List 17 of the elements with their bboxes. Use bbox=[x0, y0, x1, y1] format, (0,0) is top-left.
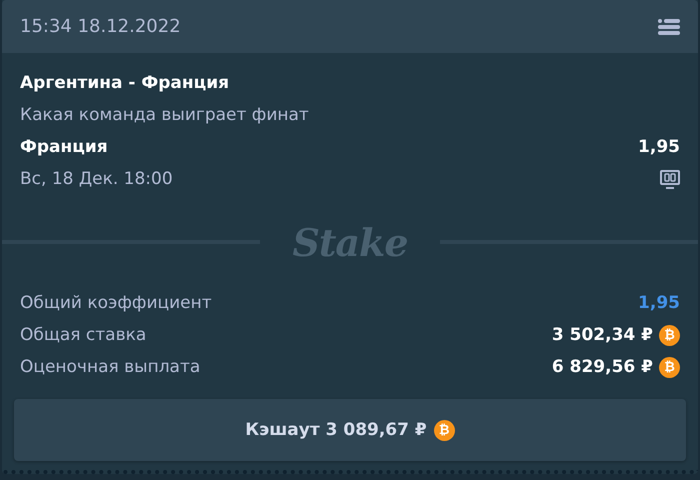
summary-label: Общая ставка bbox=[20, 325, 146, 345]
bitcoin-icon: ₿ bbox=[659, 356, 680, 378]
bitcoin-icon: ₿ bbox=[659, 324, 680, 346]
summary-label: Общий коэффициент bbox=[20, 293, 212, 313]
summary-label: Оценочная выплата bbox=[20, 357, 200, 377]
date-time: 15:34 18.12.2022 bbox=[20, 16, 181, 37]
event-time: Вс, 18 Дек. 18:00 bbox=[20, 169, 173, 189]
odds-value: 1,95 bbox=[638, 137, 680, 157]
scoreboard-icon bbox=[660, 170, 680, 188]
market-name: Какая команда выиграет финат bbox=[20, 105, 309, 125]
odds-value: 1,95 bbox=[638, 293, 680, 313]
cashout-button[interactable]: Кэшаут 3 089,67 ₽ ₿ bbox=[14, 399, 686, 461]
menu-icon[interactable] bbox=[658, 18, 680, 34]
match-title: Аргентина - Франция bbox=[20, 73, 230, 93]
amount-value: 6 829,56 ₽ bbox=[552, 357, 653, 377]
selection-name: Франция bbox=[20, 137, 108, 157]
amount-value: 3 502,34 ₽ bbox=[552, 325, 653, 345]
